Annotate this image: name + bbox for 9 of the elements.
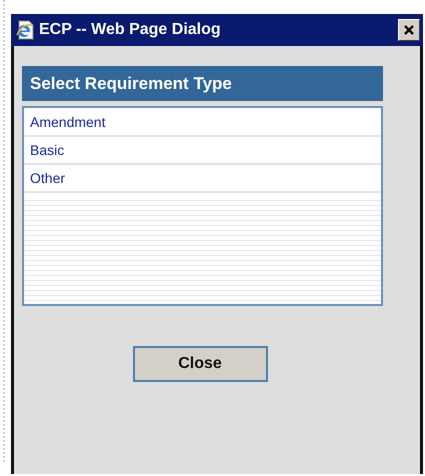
close-button[interactable]: [398, 19, 420, 41]
browser-logo-icon: [15, 20, 35, 40]
window-title: ECP -- Web Page Dialog: [39, 21, 222, 39]
close-icon: [403, 24, 415, 36]
panel-heading: Select Requirement Type: [22, 66, 383, 101]
close-dialog-button[interactable]: Close: [132, 346, 268, 382]
list-item[interactable]: Amendment: [24, 108, 381, 137]
list-item[interactable]: Other: [24, 165, 381, 193]
list-item[interactable]: Basic: [24, 137, 381, 165]
